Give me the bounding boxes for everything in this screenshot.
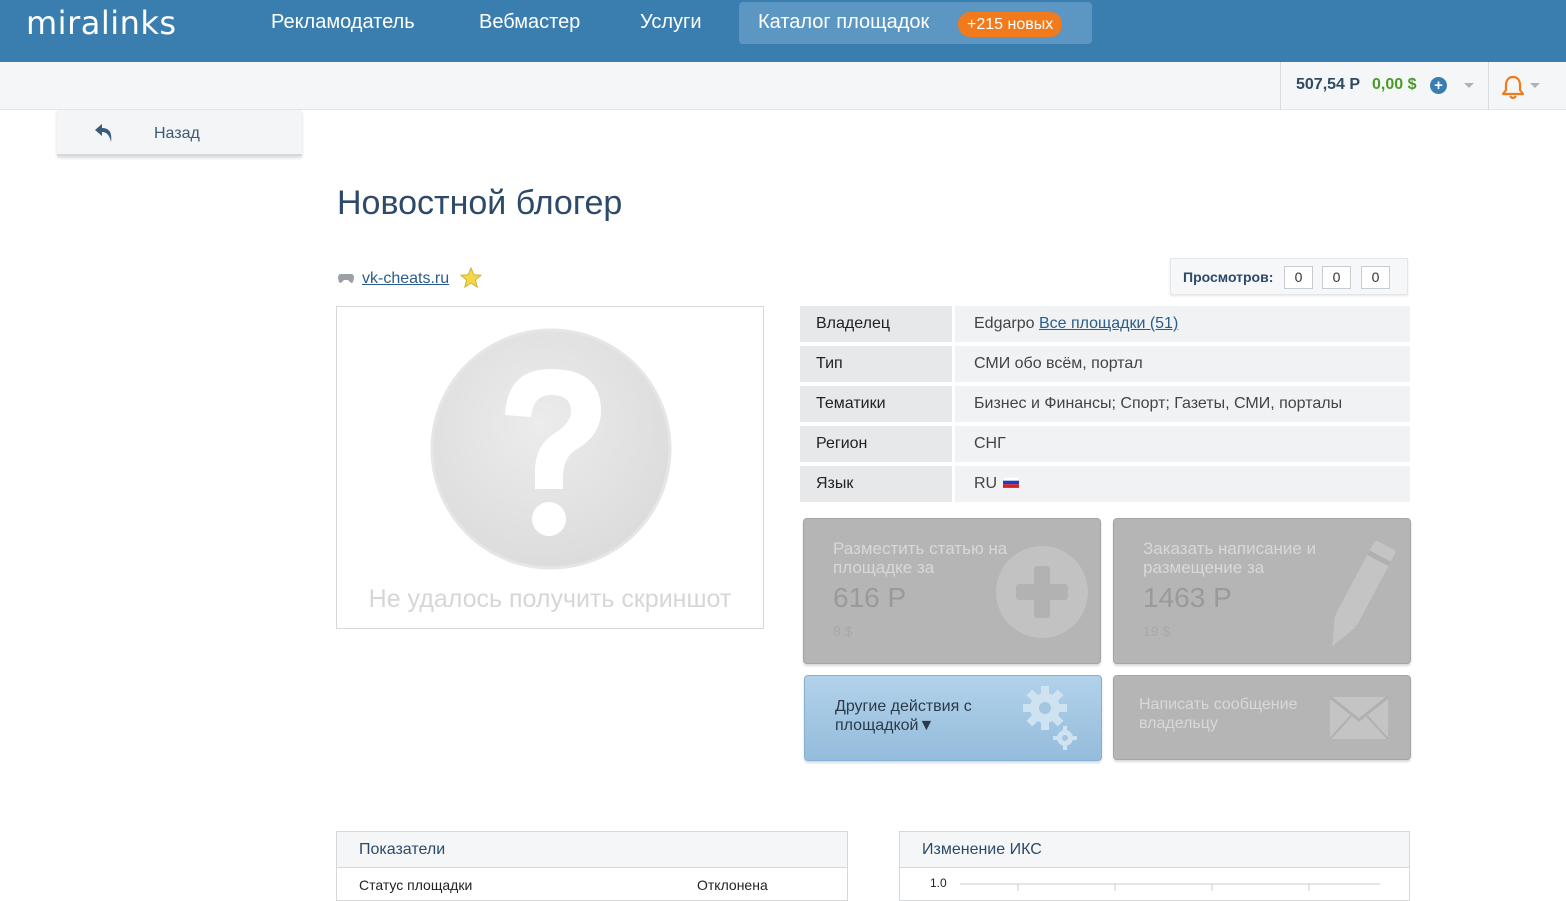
iks-change-panel: Изменение ИКС 1.0 [899, 831, 1410, 901]
views-value: 0 [1284, 266, 1313, 289]
order-writing-button[interactable]: Заказать написание и размещение за 1463 … [1113, 518, 1411, 664]
other-actions-label: Другие действия с площадкой▼ [835, 698, 972, 734]
order-writing-usd: 19 $ [1143, 623, 1171, 639]
language-code: RU [974, 475, 998, 493]
site-status-value: Отклонена [697, 877, 768, 893]
place-article-price: 616 Р [833, 582, 907, 613]
info-value: Бизнес и Финансы; Спорт; Газеты, СМИ, по… [955, 386, 1410, 422]
info-key: Владелец [800, 306, 955, 342]
info-key: Язык [800, 466, 955, 502]
page-title: Новостной блогер [337, 184, 623, 222]
back-arrow-icon [93, 122, 115, 149]
info-value: Edgarpo Все площадки (51) [955, 306, 1410, 342]
nav-catalog[interactable]: Каталог площадок +215 новых [739, 2, 1092, 44]
views-label: Просмотров: [1183, 269, 1274, 285]
message-owner-label: Написать сообщение владельцу [1139, 696, 1298, 732]
site-screenshot-placeholder: Не удалось получить скриншот [336, 306, 764, 629]
place-article-title: Разместить статью на площадке за [833, 539, 1008, 577]
views-value: 0 [1361, 266, 1390, 289]
balance-dropdown-icon[interactable] [1464, 83, 1474, 88]
other-actions-button[interactable]: Другие действия с площадкой▼ [804, 675, 1102, 761]
add-funds-icon[interactable]: + [1430, 77, 1447, 94]
views-value: 0 [1322, 266, 1351, 289]
order-writing-price: 1463 Р [1143, 582, 1232, 613]
place-article-usd: 8 $ [833, 623, 853, 639]
info-key: Тематики [800, 386, 955, 422]
nav-catalog-label: Каталог площадок [758, 11, 930, 33]
views-counter: Просмотров: 0 0 0 [1170, 258, 1408, 295]
metrics-panel-title: Показатели [337, 832, 847, 868]
order-writing-title: Заказать написание и размещение за [1143, 539, 1317, 577]
miralinks-logo[interactable]: miralinks [26, 4, 177, 42]
iks-axis-label: 1.0 [930, 876, 947, 890]
info-value: RU [955, 466, 1410, 502]
owner-name: Edgarpo [974, 315, 1035, 332]
info-value: СНГ [955, 426, 1410, 462]
nav-webmaster[interactable]: Вебмастер [479, 11, 580, 34]
gamepad-icon [337, 271, 355, 290]
site-info-table: Владелец Edgarpo Все площадки (51) Тип С… [800, 302, 1410, 506]
site-status-label: Статус площадки [359, 877, 473, 893]
iks-panel-title: Изменение ИКС [900, 832, 1409, 868]
question-mark-icon [430, 328, 672, 570]
table-row: Регион СНГ [800, 426, 1410, 462]
place-article-button[interactable]: Разместить статью на площадке за 616 Р 8… [803, 518, 1101, 664]
nav-services[interactable]: Услуги [640, 11, 702, 34]
top-navigation-bar: miralinks Рекламодатель Вебмастер Услуги… [0, 0, 1566, 62]
bell-icon[interactable] [1500, 74, 1526, 105]
divider [1280, 62, 1281, 110]
back-label: Назад [154, 125, 200, 142]
table-row: Владелец Edgarpo Все площадки (51) [800, 306, 1410, 342]
balance-usd: 0,00 $ [1372, 76, 1417, 93]
table-row: Язык RU [800, 466, 1410, 502]
back-button[interactable]: Назад [57, 110, 302, 156]
metrics-panel: Показатели Статус площадки Отклонена [336, 831, 848, 901]
divider [1488, 62, 1489, 110]
all-sites-link[interactable]: Все площадки (51) [1039, 315, 1178, 332]
balance-rub: 507,54 Р [1296, 76, 1361, 93]
favorite-star-icon[interactable] [459, 266, 483, 294]
info-key: Регион [800, 426, 955, 462]
message-owner-button[interactable]: Написать сообщение владельцу [1113, 675, 1411, 760]
info-key: Тип [800, 346, 955, 382]
info-value: СМИ обо всём, портал [955, 346, 1410, 382]
site-domain-link[interactable]: vk-cheats.ru [362, 270, 449, 288]
new-sites-badge: +215 новых [958, 12, 1063, 37]
table-row: Тематики Бизнес и Финансы; Спорт; Газеты… [800, 386, 1410, 422]
envelope-icon [1329, 696, 1389, 740]
table-row: Тип СМИ обо всём, портал [800, 346, 1410, 382]
nav-advertiser[interactable]: Рекламодатель [271, 11, 415, 34]
notifications-dropdown-icon[interactable] [1530, 83, 1540, 88]
gears-icon [1023, 686, 1077, 750]
russia-flag-icon [1002, 475, 1020, 493]
screenshot-caption: Не удалось получить скриншот [368, 585, 732, 613]
